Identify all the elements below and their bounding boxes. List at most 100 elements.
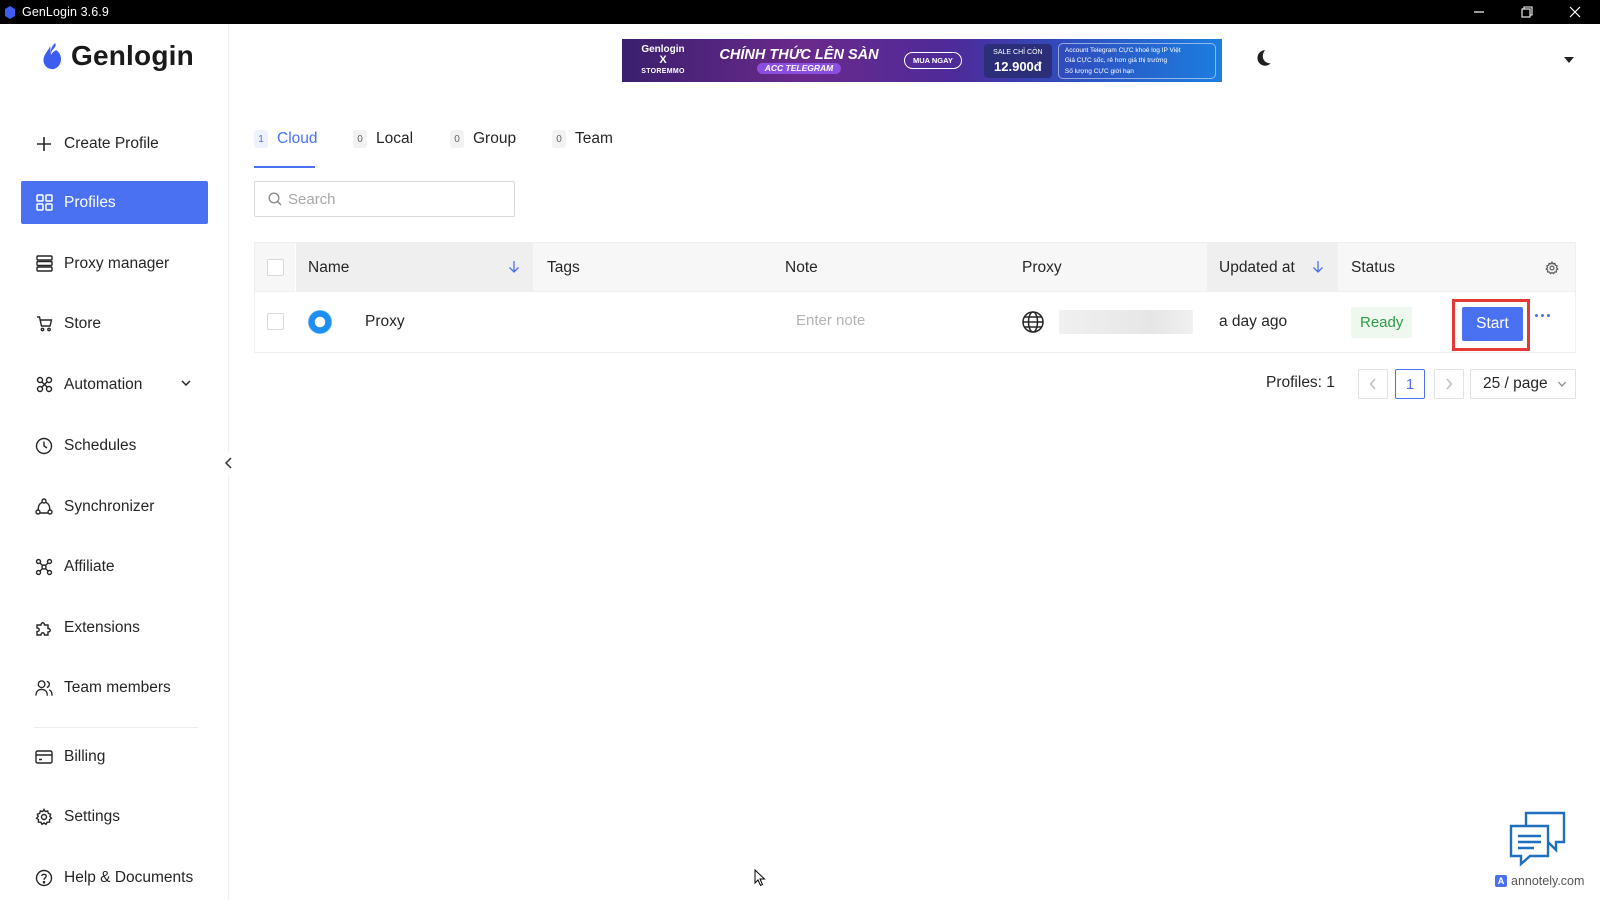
minimize-button[interactable] [1456, 0, 1502, 24]
more-dot [1535, 314, 1538, 317]
minimize-icon [1474, 11, 1484, 13]
proxy-value-redacted [1059, 310, 1193, 334]
column-header-note: Note [785, 243, 818, 292]
sidebar-item-affiliate[interactable]: Affiliate [21, 545, 208, 588]
column-header-proxy: Proxy [1022, 243, 1062, 292]
sidebar-item-help[interactable]: Help & Documents [21, 856, 208, 899]
row-checkbox[interactable] [267, 313, 284, 330]
more-actions-button[interactable] [1535, 314, 1550, 317]
profile-name[interactable]: Proxy [365, 313, 405, 331]
tab-label: Cloud [277, 130, 318, 147]
promo-banner[interactable]: Genlogin X STOREMMO CHÍNH THỨC LÊN SÀN A… [622, 39, 1222, 82]
note-input[interactable] [796, 312, 916, 329]
page-1-button[interactable]: 1 [1395, 369, 1425, 399]
sidebar-item-label: Synchronizer [64, 497, 155, 515]
dark-mode-toggle-moon-icon[interactable] [1253, 48, 1273, 68]
banner-bullets: Account Telegram CỰC khoẻ log IP Việt Gi… [1057, 42, 1216, 79]
tab-count: 0 [450, 130, 464, 148]
search-input[interactable] [288, 190, 508, 208]
sidebar-divider [34, 727, 198, 728]
close-button[interactable] [1552, 0, 1598, 24]
search-box[interactable] [254, 181, 515, 217]
select-all-cell [267, 243, 297, 292]
tab-label: Local [376, 130, 414, 147]
sidebar-item-synchronizer[interactable]: Synchronizer [21, 485, 208, 528]
annotely-watermark: A annotely.com [1495, 874, 1584, 888]
sort-arrow-down-icon[interactable] [508, 260, 520, 274]
chat-support-icon[interactable] [1508, 810, 1568, 868]
sync-icon [35, 497, 53, 516]
account-menu-caret-icon[interactable] [1563, 56, 1575, 64]
banner-brand-bottom: STOREMMO [641, 68, 685, 75]
banner-brand: Genlogin X STOREMMO [622, 44, 704, 77]
sidebar-item-team-members[interactable]: Team members [21, 666, 208, 709]
logo: Genlogin [41, 40, 194, 72]
tab-local[interactable]: 0 Local [353, 126, 413, 152]
sidebar-item-label: Automation [64, 375, 143, 393]
profile-avatar-cell [308, 310, 332, 334]
chevron-right-icon [1446, 378, 1453, 390]
gear-icon [35, 807, 53, 826]
tab-cloud[interactable]: 1 Cloud [254, 126, 318, 152]
help-icon [35, 869, 53, 887]
banner-headline-group: CHÍNH THỨC LÊN SÀN ACC TELEGRAM [704, 47, 894, 74]
close-icon [1569, 6, 1581, 18]
sidebar-item-label: Schedules [64, 436, 137, 454]
gear-icon [1545, 260, 1559, 275]
sidebar-item-settings[interactable]: Settings [21, 795, 208, 838]
sidebar-item-schedules[interactable]: Schedules [21, 424, 208, 467]
column-header-updated-at[interactable]: Updated at [1207, 243, 1338, 292]
active-tab-indicator [254, 166, 315, 168]
banner-cta-button[interactable]: MUA NGAY [904, 52, 962, 69]
grid-icon [35, 194, 53, 212]
table-row[interactable]: Proxy a day ago Ready [255, 292, 1575, 352]
sort-arrow-down-icon[interactable] [1312, 260, 1324, 274]
column-header-label: Note [785, 258, 818, 276]
chevron-down-icon [181, 380, 191, 387]
sidebar-item-billing[interactable]: Billing [21, 735, 208, 778]
create-profile-button[interactable]: Create Profile [21, 122, 208, 165]
sidebar-item-store[interactable]: Store [21, 302, 208, 345]
sidebar-item-label: Extensions [64, 618, 140, 636]
sidebar-item-label: Help & Documents [64, 868, 194, 886]
cart-icon [35, 315, 53, 333]
page-size-select[interactable]: 25 / page [1470, 369, 1576, 399]
banner-bullet: Account Telegram CỰC khoẻ log IP Việt [1064, 46, 1181, 54]
banner-bullet: Giá CỰC sốc, rẻ hơn giá thị trường [1064, 57, 1168, 64]
column-settings-button[interactable] [1545, 243, 1559, 292]
watermark-text: annotely.com [1511, 874, 1585, 888]
tab-group[interactable]: 0 Group [450, 126, 516, 152]
mouse-cursor-icon [754, 869, 766, 887]
next-page-button[interactable] [1434, 369, 1464, 399]
prev-page-button[interactable] [1358, 369, 1388, 399]
sidebar-item-label: Profiles [64, 193, 116, 211]
sidebar: Genlogin Create Profile Profiles Proxy m… [0, 24, 229, 900]
tab-label: Group [473, 130, 517, 147]
row-select-cell [267, 313, 284, 330]
sidebar-item-extensions[interactable]: Extensions [21, 606, 208, 649]
sidebar-item-automation[interactable]: Automation [21, 363, 208, 406]
status-badge: Ready [1351, 307, 1413, 338]
banner-price-label: SALE CHỈ CÒN [993, 48, 1043, 56]
tab-team[interactable]: 0 Team [552, 126, 613, 152]
banner-headline: CHÍNH THỨC LÊN SÀN [719, 47, 879, 63]
card-icon [35, 748, 53, 766]
sidebar-collapse-button[interactable] [217, 451, 241, 475]
banner-subline: ACC TELEGRAM [757, 63, 841, 74]
chevron-left-icon [1369, 378, 1376, 390]
server-icon [35, 255, 53, 273]
profiles-table: Name Tags Note Proxy Updated at Status P… [254, 242, 1576, 353]
column-header-name[interactable]: Name [296, 243, 533, 292]
more-dot [1541, 314, 1544, 317]
banner-brand-x: X [659, 54, 667, 66]
sidebar-item-proxy-manager[interactable]: Proxy manager [21, 242, 208, 285]
users-icon [35, 679, 53, 697]
select-all-checkbox[interactable] [267, 259, 284, 276]
sidebar-item-profiles[interactable]: Profiles [21, 181, 208, 224]
create-profile-label: Create Profile [64, 134, 159, 152]
tab-count: 1 [254, 130, 268, 148]
start-button[interactable]: Start [1462, 307, 1523, 341]
restore-button[interactable] [1504, 0, 1550, 24]
profile-avatar-icon [308, 310, 332, 334]
sidebar-item-label: Affiliate [64, 557, 115, 575]
